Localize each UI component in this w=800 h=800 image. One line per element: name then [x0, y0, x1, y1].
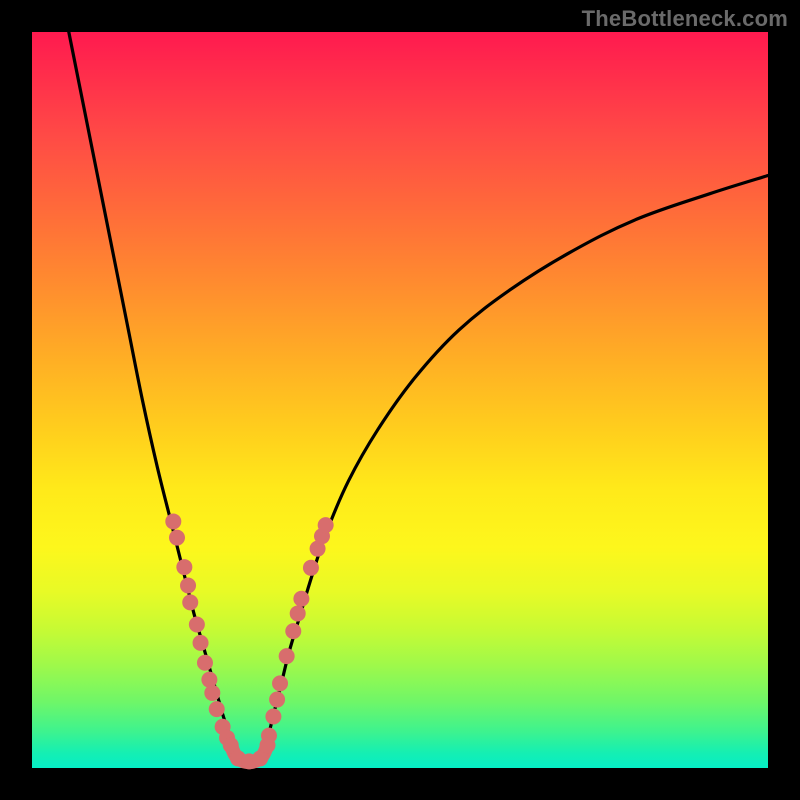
dot-dots-right	[269, 692, 285, 708]
dot-dots-left	[193, 635, 209, 651]
series-curve-left	[69, 32, 237, 757]
dot-dots-left	[189, 616, 205, 632]
dot-dots-right	[293, 591, 309, 607]
dot-dots-trough	[260, 737, 276, 753]
dot-dots-left	[169, 530, 185, 546]
dot-dots-left	[182, 594, 198, 610]
chart-overlay	[32, 32, 768, 768]
dot-dots-left	[180, 577, 196, 593]
dot-dots-right	[272, 675, 288, 691]
series-curve-right	[262, 176, 768, 757]
dot-dots-right	[285, 623, 301, 639]
dot-dots-left	[209, 701, 225, 717]
dot-dots-left	[176, 559, 192, 575]
dot-dots-right	[290, 605, 306, 621]
dot-dots-left	[201, 672, 217, 688]
dot-dots-left	[197, 655, 213, 671]
chart-frame: TheBottleneck.com	[0, 0, 800, 800]
dot-dots-left	[204, 685, 220, 701]
dot-dots-right	[318, 517, 334, 533]
dot-dots-right	[265, 708, 281, 724]
scatter-layer	[165, 513, 333, 769]
dot-dots-left	[165, 513, 181, 529]
watermark-text: TheBottleneck.com	[582, 6, 788, 32]
dot-dots-right	[279, 648, 295, 664]
dot-dots-right	[303, 560, 319, 576]
series-layer	[69, 32, 768, 762]
